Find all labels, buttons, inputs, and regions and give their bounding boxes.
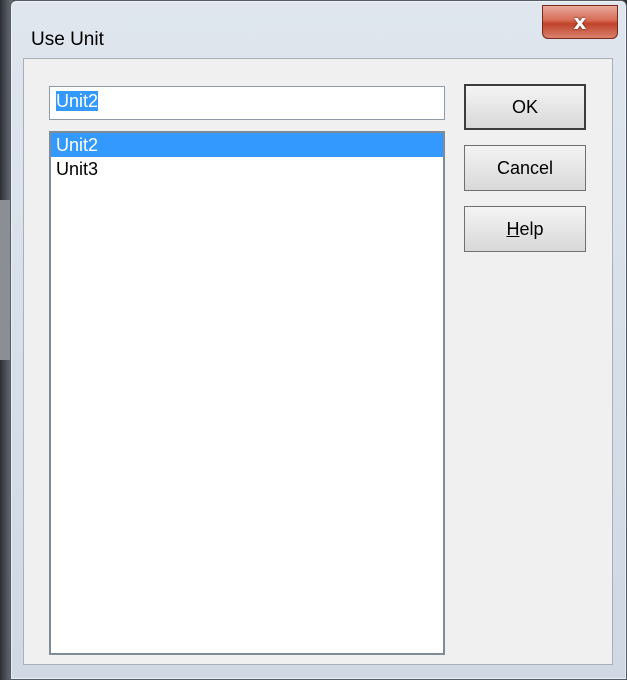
ok-button-label: OK [511, 96, 538, 117]
dialog-client-area: Unit2 Unit2 Unit3 OK Cancel Help [23, 58, 613, 665]
dialog-title: Use Unit [31, 29, 104, 50]
unit-name-input-value: Unit2 [56, 91, 99, 111]
help-button-label-rest: elp [519, 218, 544, 239]
use-unit-dialog: Use Unit x Unit2 Unit2 Unit3 OK Cancel H… [10, 0, 627, 680]
list-item-unit3[interactable]: Unit3 [51, 157, 443, 181]
close-button[interactable]: x [542, 5, 618, 39]
list-item-unit2[interactable]: Unit2 [51, 133, 443, 157]
help-button-mnemonic: H [506, 218, 520, 239]
help-button[interactable]: Help [464, 206, 586, 252]
unit-listbox[interactable]: Unit2 Unit3 [49, 131, 445, 655]
unit-name-input[interactable]: Unit2 [49, 86, 445, 120]
cancel-button[interactable]: Cancel [464, 145, 586, 191]
ok-button[interactable]: OK [464, 84, 586, 130]
help-button-label: Help [506, 219, 543, 240]
cancel-button-label: Cancel [496, 157, 554, 178]
close-icon: x [573, 10, 587, 34]
